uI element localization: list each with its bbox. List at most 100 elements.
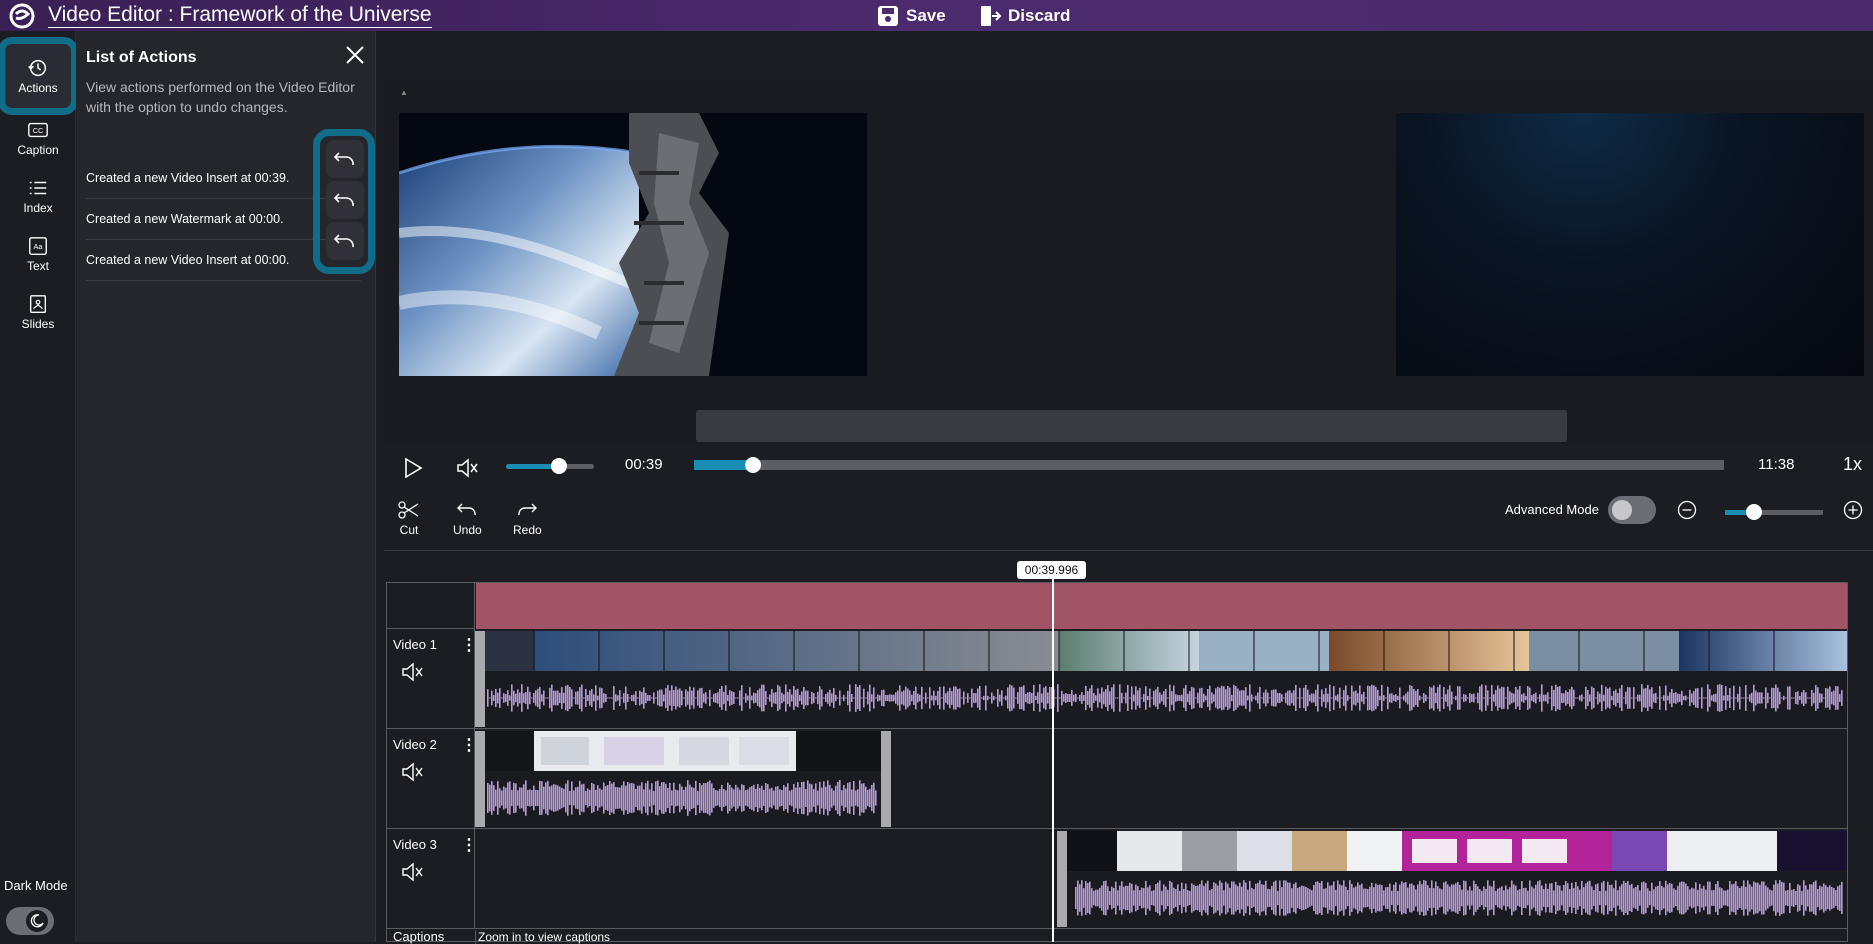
clip-handle-right[interactable] <box>881 731 891 827</box>
volume-mute-icon[interactable] <box>456 458 480 478</box>
sidebar-item-actions[interactable]: Actions <box>0 37 78 115</box>
app-title: Video Editor : Framework of the Universe <box>48 3 432 28</box>
list-icon <box>29 181 47 195</box>
slides-icon <box>29 295 47 313</box>
track-menu-icon[interactable]: ⋮ <box>461 835 477 855</box>
sidebar-item-text[interactable]: Aa Text <box>2 226 74 282</box>
close-icon[interactable] <box>343 43 367 67</box>
sidebar-item-label: Text <box>26 259 49 273</box>
audio-waveform <box>487 684 1843 712</box>
dark-mode-label: Dark Mode <box>4 878 68 893</box>
zoom-slider[interactable] <box>1725 510 1823 515</box>
track-name: Video 1 <box>393 637 437 652</box>
seek-knob[interactable] <box>744 457 761 473</box>
svg-text:Aa: Aa <box>34 242 44 251</box>
undo-action-button[interactable] <box>326 140 364 178</box>
track-header: Video 3 ⋮ <box>387 829 477 929</box>
main-video-frame[interactable] <box>399 113 867 376</box>
discard-button[interactable]: Discard <box>978 0 1070 31</box>
track-name: Video 3 <box>393 837 437 852</box>
timeline-corner <box>387 583 475 629</box>
video-clip[interactable] <box>479 731 881 827</box>
track-video-3: Video 3 ⋮ <box>387 829 1847 929</box>
sidebar-item-label: Caption <box>17 143 59 157</box>
undo-action-button[interactable] <box>326 222 364 260</box>
seek-bar[interactable] <box>694 460 1724 470</box>
track-header: Video 1 ⋮ <box>387 629 477 729</box>
sidebar-item-caption[interactable]: CC Caption <box>2 110 74 166</box>
history-icon <box>28 59 47 77</box>
svg-text:CC: CC <box>33 126 44 135</box>
audio-waveform <box>487 780 877 816</box>
total-time: 11:38 <box>1758 456 1795 473</box>
clip-thumbnails <box>479 631 1847 671</box>
zoom-in-icon[interactable] <box>1843 500 1863 520</box>
dark-mode-toggle[interactable] <box>6 907 54 935</box>
volume-slider[interactable] <box>506 464 594 469</box>
redo-icon <box>518 503 538 516</box>
seek-progress <box>694 460 753 470</box>
undo-action-button[interactable] <box>326 181 364 219</box>
save-label: Save <box>906 5 946 25</box>
audio-waveform <box>1075 880 1843 916</box>
playhead[interactable] <box>1052 579 1054 942</box>
toggle-knob <box>1612 500 1632 520</box>
volume-mute-icon[interactable] <box>401 861 425 883</box>
clip-thumbnails <box>479 731 881 771</box>
sidebar-item-label: Slides <box>21 317 55 331</box>
current-time: 00:39 <box>625 456 663 473</box>
app-logo-icon <box>9 3 35 29</box>
save-button[interactable]: Save <box>876 0 946 31</box>
caption-display-bar <box>696 410 1567 442</box>
sidebar-item-index[interactable]: Index <box>2 168 74 224</box>
play-icon[interactable] <box>403 457 423 479</box>
track-video-2: Video 2 ⋮ <box>387 729 1847 829</box>
volume-mute-icon[interactable] <box>401 661 425 683</box>
left-sidebar: Actions CC Caption Index Aa Text Slides … <box>0 31 78 942</box>
action-text: Created a new Video Insert at 00:39. <box>86 171 290 185</box>
track-video-1: Video 1 ⋮ <box>387 629 1847 729</box>
zoom-out-icon[interactable] <box>1677 500 1697 520</box>
redo-button[interactable]: Redo <box>513 500 542 537</box>
secondary-video-frame[interactable] <box>1396 113 1864 376</box>
moon-icon <box>26 910 48 932</box>
save-icon <box>878 5 898 26</box>
sidebar-item-label: Index <box>23 201 53 215</box>
track-header: Video 2 ⋮ <box>387 729 477 829</box>
action-text: Created a new Watermark at 00:00. <box>86 212 284 226</box>
clip-handle-left[interactable] <box>475 631 485 727</box>
playback-speed[interactable]: 1x <box>1843 454 1862 475</box>
undo-icon <box>333 193 354 207</box>
undo-button[interactable]: Undo <box>453 500 482 537</box>
cut-button[interactable]: Cut <box>398 500 420 537</box>
undo-icon <box>333 152 354 166</box>
undo-icon <box>457 503 477 516</box>
undo-icon <box>333 234 354 248</box>
redo-label: Redo <box>513 523 542 537</box>
panel-description: View actions performed on the Video Edit… <box>86 79 355 115</box>
space-scene-image <box>399 113 867 376</box>
clip-handle-left[interactable] <box>1057 831 1067 927</box>
playhead-time: 00:39.996 <box>1017 561 1086 579</box>
panel-title: List of Actions <box>86 49 197 66</box>
divider <box>384 550 1873 551</box>
undo-label: Undo <box>453 523 482 537</box>
clip-handle-left[interactable] <box>475 731 485 827</box>
volume-mute-icon[interactable] <box>401 761 425 783</box>
timeline-ruler[interactable] <box>476 583 1847 629</box>
track-name: Video 2 <box>393 737 437 752</box>
sidebar-item-label: Actions <box>18 81 58 95</box>
zoom-knob[interactable] <box>1746 504 1763 520</box>
top-bar: Video Editor : Framework of the Universe… <box>0 0 1873 31</box>
cc-icon: CC <box>28 122 48 138</box>
video-clip[interactable] <box>1067 831 1847 927</box>
sidebar-item-slides[interactable]: Slides <box>2 284 74 340</box>
preview-collapse-icon[interactable]: ▲ <box>400 88 408 97</box>
video-clip[interactable] <box>479 631 1847 727</box>
advanced-mode-label: Advanced Mode <box>1505 502 1599 517</box>
discard-label: Discard <box>1008 5 1071 25</box>
volume-knob[interactable] <box>550 458 567 474</box>
advanced-mode-toggle[interactable] <box>1608 496 1656 524</box>
discard-icon <box>981 5 1002 26</box>
captions-track: Captions Zoom in to view captions <box>387 929 1847 944</box>
